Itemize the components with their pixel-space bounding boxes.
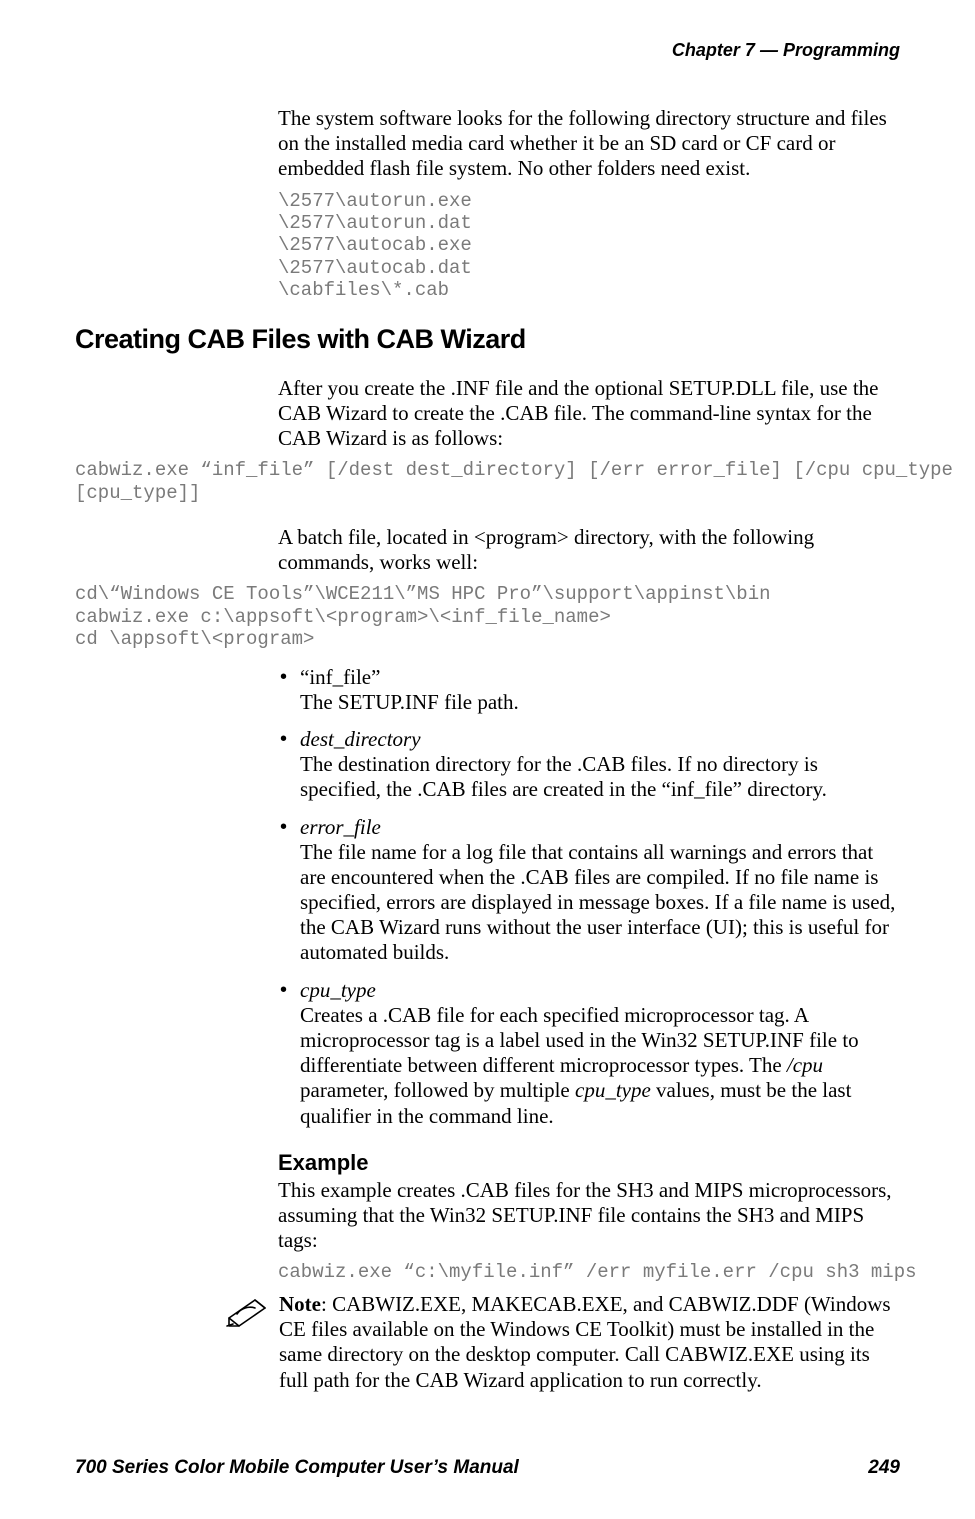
page-footer: 700 Series Color Mobile Computer User’s … xyxy=(75,1457,900,1479)
param-label: “inf_file” xyxy=(300,665,380,689)
note-block: Note: CABWIZ.EXE, MAKECAB.EXE, and CABWI… xyxy=(225,1292,900,1393)
example-heading: Example xyxy=(278,1150,900,1176)
note-label: Note xyxy=(279,1292,321,1316)
directory-listing-code: \2577\autorun.exe \2577\autorun.dat \257… xyxy=(278,190,900,302)
parameter-list: “inf_file” The SETUP.INF file path. dest… xyxy=(278,665,900,1129)
param-desc-mid: parameter, followed by multiple xyxy=(300,1078,575,1102)
param-label: error_file xyxy=(300,815,381,839)
example-paragraph: This example creates .CAB files for the … xyxy=(278,1178,900,1254)
footer-manual-title: 700 Series Color Mobile Computer User’s … xyxy=(75,1457,519,1479)
batch-code: cd\“Windows CE Tools”\WCE211\”MS HPC Pro… xyxy=(75,583,900,650)
param-cpu-flag: /cpu xyxy=(787,1053,823,1077)
intro-paragraph: The system software looks for the follow… xyxy=(278,106,900,182)
param-label: cpu_type xyxy=(300,978,376,1002)
note-icon xyxy=(225,1294,273,1334)
note-body: : CABWIZ.EXE, MAKECAB.EXE, and CABWIZ.DD… xyxy=(279,1292,891,1392)
param-desc-pre: Creates a .CAB file for each specified m… xyxy=(300,1003,859,1077)
chapter-label: Chapter 7 xyxy=(672,40,755,60)
header-dash: — xyxy=(760,40,778,60)
note-text: Note: CABWIZ.EXE, MAKECAB.EXE, and CABWI… xyxy=(279,1292,900,1393)
param-desc: The destination directory for the .CAB f… xyxy=(300,752,827,801)
chapter-title: Programming xyxy=(783,40,900,60)
param-error-file: error_file The file name for a log file … xyxy=(278,815,900,966)
param-inf-file: “inf_file” The SETUP.INF file path. xyxy=(278,665,900,715)
example-code: cabwiz.exe “c:\myfile.inf” /err myfile.e… xyxy=(278,1261,900,1284)
param-label: dest_directory xyxy=(300,727,421,751)
param-cpu-type: cpu_type Creates a .CAB file for each sp… xyxy=(278,978,900,1129)
batch-intro: A batch file, located in <program> direc… xyxy=(278,525,900,575)
footer-page-number: 249 xyxy=(868,1457,900,1479)
section-heading-cab-wizard: Creating CAB Files with CAB Wizard xyxy=(75,324,900,355)
cab-wizard-intro: After you create the .INF file and the o… xyxy=(278,376,900,452)
param-desc: The SETUP.INF file path. xyxy=(300,690,519,714)
param-dest-directory: dest_directory The destination directory… xyxy=(278,727,900,803)
cabwiz-syntax-code: cabwiz.exe “inf_file” [/dest dest_direct… xyxy=(75,459,900,504)
param-desc: The file name for a log file that contai… xyxy=(300,840,895,965)
running-header: Chapter 7 — Programming xyxy=(75,40,900,61)
param-cpu-type-i: cpu_type xyxy=(575,1078,651,1102)
